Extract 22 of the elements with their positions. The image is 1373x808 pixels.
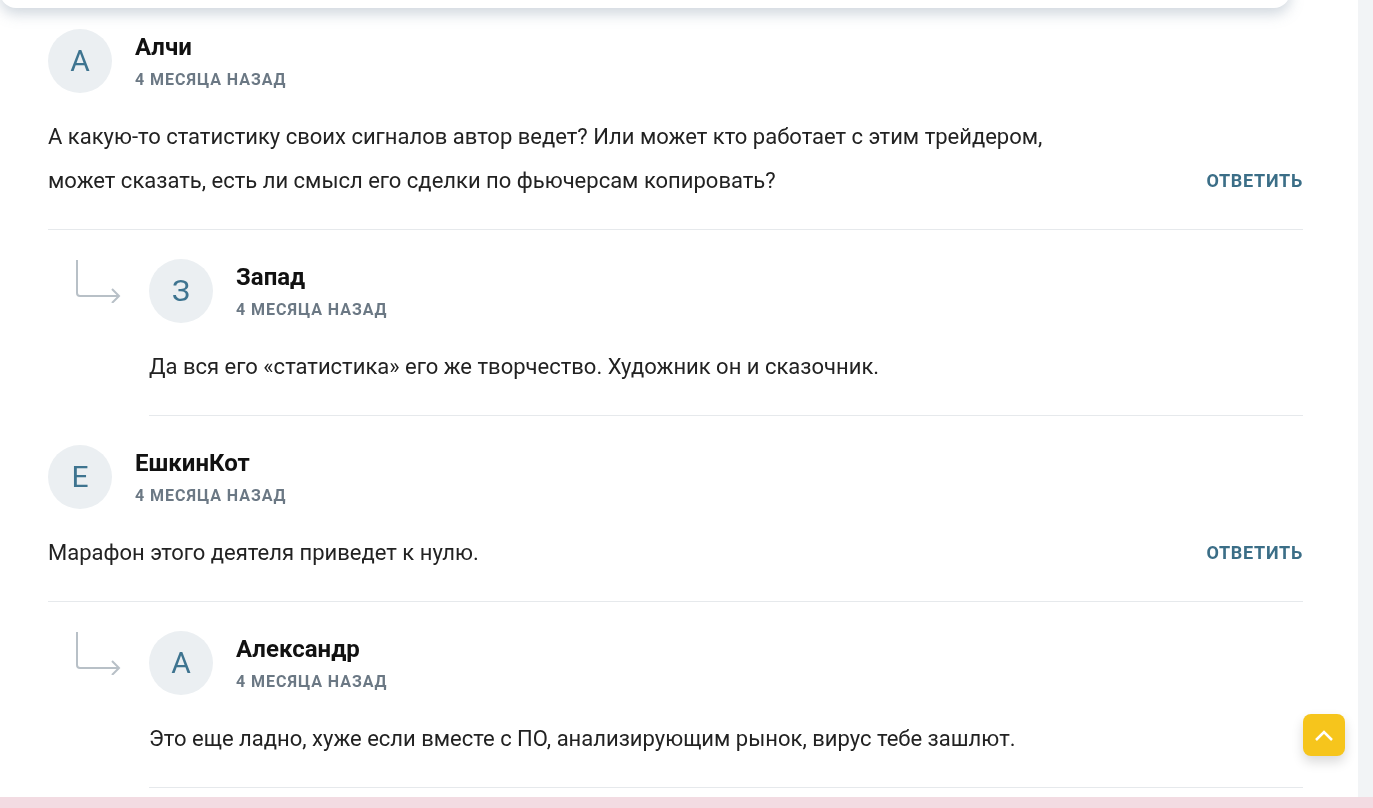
comment-time: 4 МЕСЯЦА НАЗАД: [135, 487, 287, 505]
chevron-up-icon: [1315, 729, 1333, 741]
reply-arrow-icon: [75, 631, 121, 675]
author-name: ЕшкинКот: [135, 449, 251, 477]
reply-link[interactable]: ОТВЕТИТЬ: [1206, 531, 1303, 575]
comment-time: 4 МЕСЯЦА НАЗАД: [236, 673, 388, 691]
comment-text: Марафон этого деятеля приведет к нулю.: [48, 539, 479, 567]
author-name: Алчи: [135, 33, 193, 61]
reply-arrow-icon: [75, 259, 121, 303]
comment-text: Да вся его «статистика» его же творчество. Художник он и сказочник.: [149, 353, 880, 381]
avatar: Е: [48, 445, 112, 509]
avatar: А: [149, 631, 213, 695]
comment-text: А какую-то статистику своих сигналов автор ведет? Или может кто работает с этим трейдером, может сказать, есть ли смысл его сделки по фьючерсам копировать?: [48, 123, 1044, 195]
scroll-top-button[interactable]: [1303, 714, 1345, 756]
reply-link[interactable]: ОТВЕТИТЬ: [1206, 159, 1303, 203]
author-name: Александр: [236, 635, 361, 663]
comment-time: 4 МЕСЯЦА НАЗАД: [236, 301, 388, 319]
author-name: Запад: [236, 263, 307, 291]
comment-time: 4 МЕСЯЦА НАЗАД: [135, 71, 287, 89]
avatar: А: [48, 29, 112, 93]
comment-text: Это еще ладно, хуже если вместе с ПО, анализирующим рынок, вирус тебе зашлют.: [149, 725, 1016, 753]
avatar: З: [149, 259, 213, 323]
